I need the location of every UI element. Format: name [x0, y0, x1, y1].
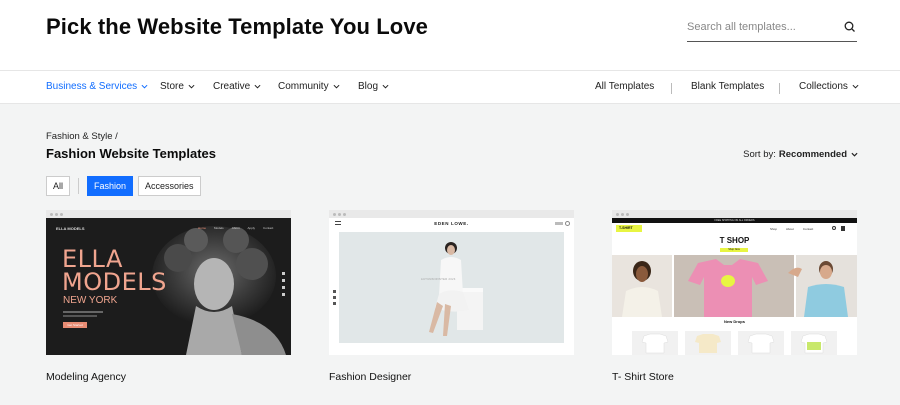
template-card[interactable]: ELLA MODELS Home Models About Apply Cont… [46, 210, 291, 383]
template-name[interactable]: Fashion Designer [329, 371, 574, 383]
preview-nav: Home Models About Apply Contact [198, 226, 273, 230]
category-navbar: Business & Services Store Creative Commu… [0, 70, 900, 104]
preview-products [632, 331, 837, 355]
preview-caption: AUTUMN/WINTER 2023 [421, 278, 456, 281]
sort-value: Recommended [778, 149, 847, 160]
nav-label: Store [160, 81, 184, 92]
nav-label: Collections [799, 81, 848, 92]
chevron-down-icon [851, 152, 858, 157]
nav-store[interactable]: Store [160, 81, 195, 92]
preview-hero [339, 232, 564, 343]
preview-promo-bar: FREE SHIPPING ON ALL ORDERS [612, 218, 857, 223]
eye-icon [565, 221, 570, 226]
search-icon[interactable] [843, 20, 857, 34]
preview-cta: Get Started [63, 322, 87, 328]
nav-label: Business & Services [46, 81, 138, 92]
preview-nav-item: Contact [802, 227, 814, 231]
nav-label: Blog [358, 81, 379, 92]
preview-graphic [339, 232, 564, 343]
preview-nav-item: About [786, 227, 794, 231]
preview-nav-item: Models [214, 226, 224, 230]
sort-label: Sort by: [743, 149, 776, 160]
search-box[interactable] [687, 16, 857, 42]
filter-chip-fashion[interactable]: Fashion [87, 176, 134, 196]
preview-nav-item: About [231, 226, 240, 230]
preview-nav-item: Home [198, 226, 207, 230]
chevron-down-icon [852, 84, 859, 89]
template-preview[interactable]: EDEN LOWE. AUTUMN/WINTER 2023 [329, 218, 574, 355]
preview-brand: EDEN LOWE. [434, 221, 469, 226]
browser-frame [329, 210, 574, 218]
nav-label: Creative [213, 81, 251, 92]
preview-nav-item: Contact [263, 226, 274, 230]
filter-chip-all[interactable]: All [46, 176, 71, 196]
menu-icon [335, 221, 341, 225]
template-name[interactable]: T- Shirt Store [612, 371, 857, 383]
nav-blog[interactable]: Blog [358, 81, 389, 92]
nav-label: Community [278, 81, 329, 92]
preview-section-title: New Drops [724, 319, 745, 324]
nav-divider [671, 83, 672, 94]
template-preview[interactable]: ELLA MODELS Home Models About Apply Cont… [46, 218, 291, 355]
preview-social-icons [282, 272, 285, 296]
cart-icon [841, 226, 845, 231]
preview-nav: Shop About Contact [770, 227, 813, 231]
nav-label: Blank Templates [691, 81, 765, 92]
template-card[interactable]: EDEN LOWE. AUTUMN/WINTER 2023 Fashion De [329, 210, 574, 383]
nav-collections[interactable]: Collections [799, 81, 859, 92]
browser-frame [46, 210, 291, 218]
nav-blank-templates[interactable]: Blank Templates [691, 81, 764, 92]
nav-creative[interactable]: Creative [213, 81, 261, 92]
preview-headline-line: MODELS [62, 268, 167, 296]
chevron-down-icon [333, 84, 340, 89]
preview-headline: T SHOP [719, 236, 750, 245]
nav-label: All Templates [595, 81, 655, 92]
nav-business-services[interactable]: Business & Services [46, 81, 148, 92]
preview-text-line [63, 315, 97, 317]
chevron-down-icon [254, 84, 261, 89]
template-card[interactable]: FREE SHIPPING ON ALL ORDERS T-SHIRT Shop… [612, 210, 857, 383]
preview-brand: ELLA MODELS [56, 226, 85, 231]
search-input[interactable] [687, 16, 837, 38]
nav-all-templates[interactable]: All Templates [595, 81, 654, 92]
filter-chip-accessories[interactable]: Accessories [138, 176, 201, 196]
preview-nav-item: Apply [247, 226, 256, 230]
preview-text-line [63, 311, 103, 313]
preview-cta: Shop Now [720, 248, 748, 252]
breadcrumb[interactable]: Fashion & Style / [46, 131, 118, 142]
preview-nav-item: Shop [770, 227, 778, 231]
chevron-down-icon [141, 84, 148, 89]
nav-community[interactable]: Community [278, 81, 340, 92]
header: Pick the Website Template You Love [0, 0, 900, 70]
account-icon [832, 226, 836, 230]
preview-social-icons [333, 290, 336, 305]
chevron-down-icon [188, 84, 195, 89]
filter-divider [78, 178, 79, 194]
template-preview[interactable]: FREE SHIPPING ON ALL ORDERS T-SHIRT Shop… [612, 218, 857, 355]
preview-link [555, 222, 563, 225]
page-title: Pick the Website Template You Love [46, 14, 428, 39]
preview-headline: ELLA MODELS [62, 247, 167, 296]
chevron-down-icon [382, 84, 389, 89]
preview-logo: T-SHIRT [616, 225, 642, 232]
sort-dropdown[interactable]: Sort by: Recommended [743, 149, 858, 160]
section-title: Fashion Website Templates [46, 146, 217, 161]
preview-subline: NEW YORK [63, 295, 118, 306]
browser-frame [612, 210, 857, 218]
nav-divider [779, 83, 780, 94]
template-name[interactable]: Modeling Agency [46, 371, 291, 383]
